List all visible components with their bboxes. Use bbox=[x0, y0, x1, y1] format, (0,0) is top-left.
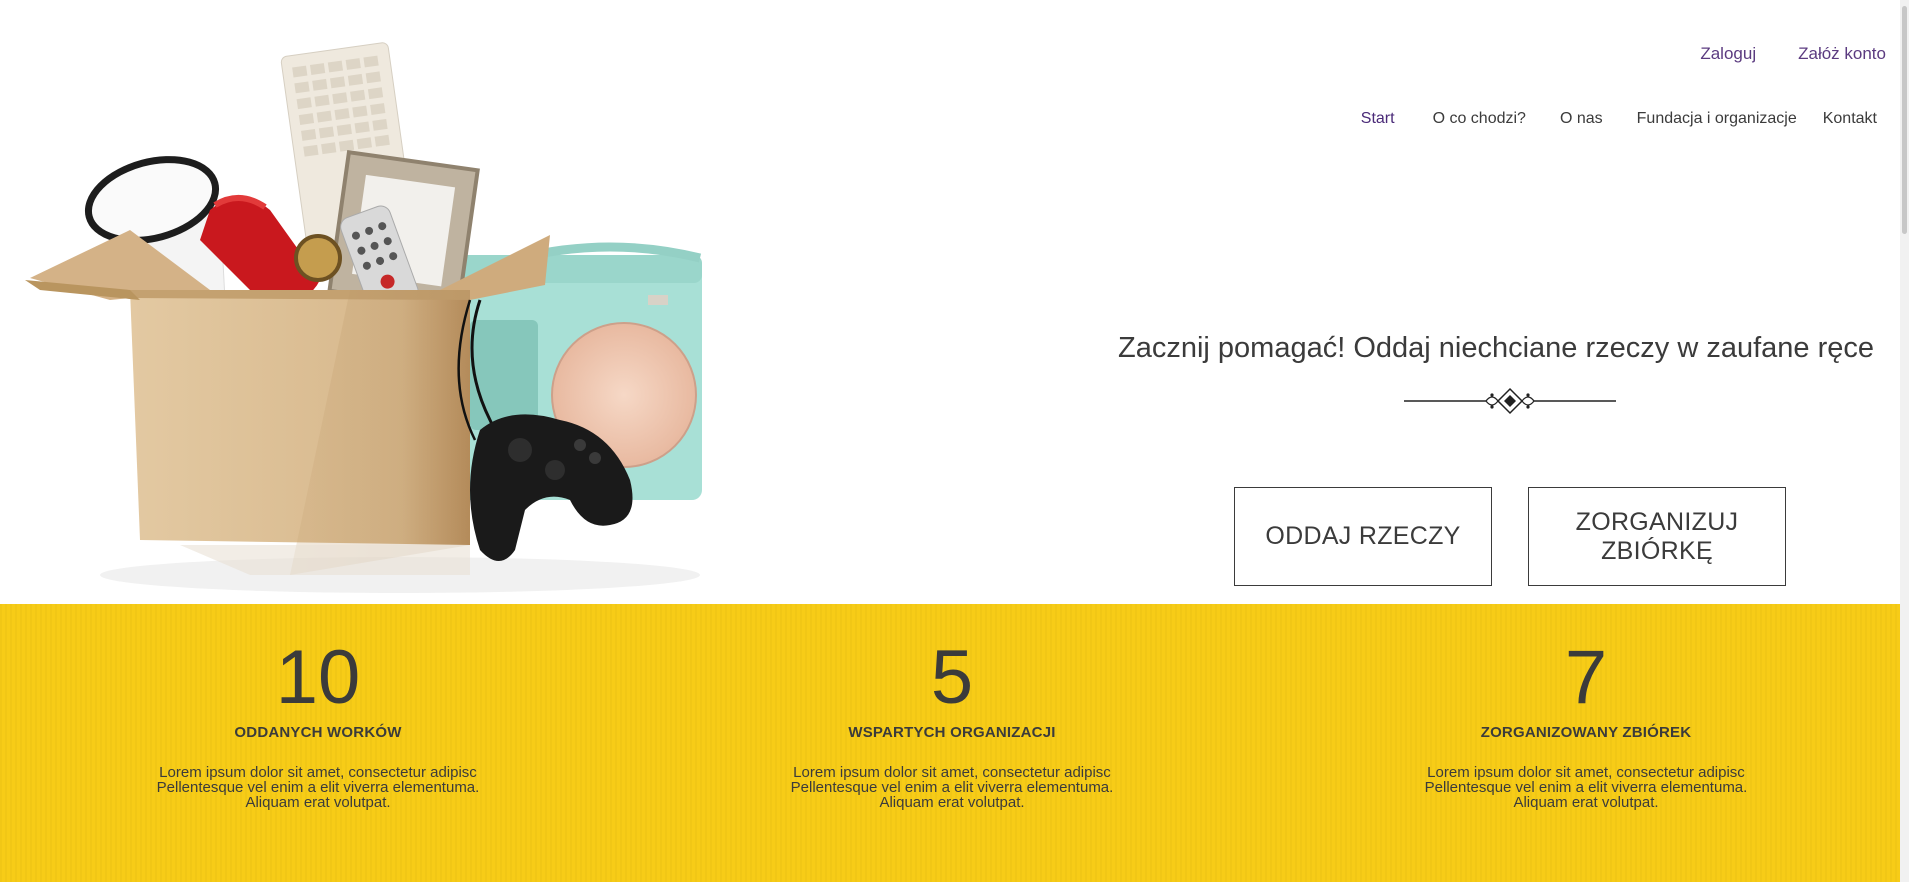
stat-description: Lorem ipsum dolor sit amet, consectetur … bbox=[790, 764, 1114, 811]
main-nav: Start O co chodzi? O nas Fundacja i orga… bbox=[1361, 110, 1877, 128]
ornament-divider-icon bbox=[1404, 387, 1616, 415]
stat-label: ODDANYCH WORKÓW bbox=[234, 724, 402, 741]
stat-label: ZORGANIZOWANY ZBIÓREK bbox=[1480, 724, 1692, 741]
hero-headline: Zacznij pomagać! Oddaj niechciane rzeczy… bbox=[1118, 332, 1874, 364]
auth-links: Zaloguj Załóż konto bbox=[1700, 44, 1886, 64]
page-scrollbar[interactable] bbox=[1900, 0, 1909, 882]
nav-item-foundations[interactable]: Fundacja i organizacje bbox=[1637, 110, 1797, 128]
nav-item-about-us[interactable]: O nas bbox=[1560, 110, 1603, 128]
scrollbar-thumb[interactable] bbox=[1902, 6, 1907, 234]
login-link[interactable]: Zaloguj bbox=[1700, 44, 1756, 64]
stat-bags: 10 ODDANYCH WORKÓW Lorem ipsum dolor sit… bbox=[118, 635, 518, 811]
stat-number: 7 bbox=[1564, 635, 1608, 720]
landing-page: Zaloguj Załóż konto Start O co chodzi? O… bbox=[0, 0, 1909, 882]
nav-item-about-idea[interactable]: O co chodzi? bbox=[1433, 110, 1526, 128]
stat-number: 5 bbox=[930, 635, 974, 720]
stat-description: Lorem ipsum dolor sit amet, consectetur … bbox=[1424, 764, 1748, 811]
stat-description: Lorem ipsum dolor sit amet, consectetur … bbox=[156, 764, 480, 811]
register-link[interactable]: Załóż konto bbox=[1798, 44, 1886, 64]
stat-organizations: 5 WSPARTYCH ORGANIZACJI Lorem ipsum dolo… bbox=[752, 635, 1152, 811]
organize-collection-button[interactable]: ZORGANIZUJ ZBIÓRKĘ bbox=[1528, 487, 1786, 586]
compass bbox=[294, 234, 342, 282]
stat-number: 10 bbox=[275, 635, 361, 720]
hero-image bbox=[25, 42, 702, 593]
give-items-button[interactable]: ODDAJ RZECZY bbox=[1234, 487, 1492, 586]
nav-item-contact[interactable]: Kontakt bbox=[1823, 110, 1877, 128]
stat-label: WSPARTYCH ORGANIZACJI bbox=[848, 724, 1056, 741]
nav-item-start[interactable]: Start bbox=[1361, 110, 1395, 128]
stats-section: 10 ODDANYCH WORKÓW Lorem ipsum dolor sit… bbox=[0, 604, 1900, 882]
stat-collections: 7 ZORGANIZOWANY ZBIÓREK Lorem ipsum dolo… bbox=[1386, 635, 1786, 811]
